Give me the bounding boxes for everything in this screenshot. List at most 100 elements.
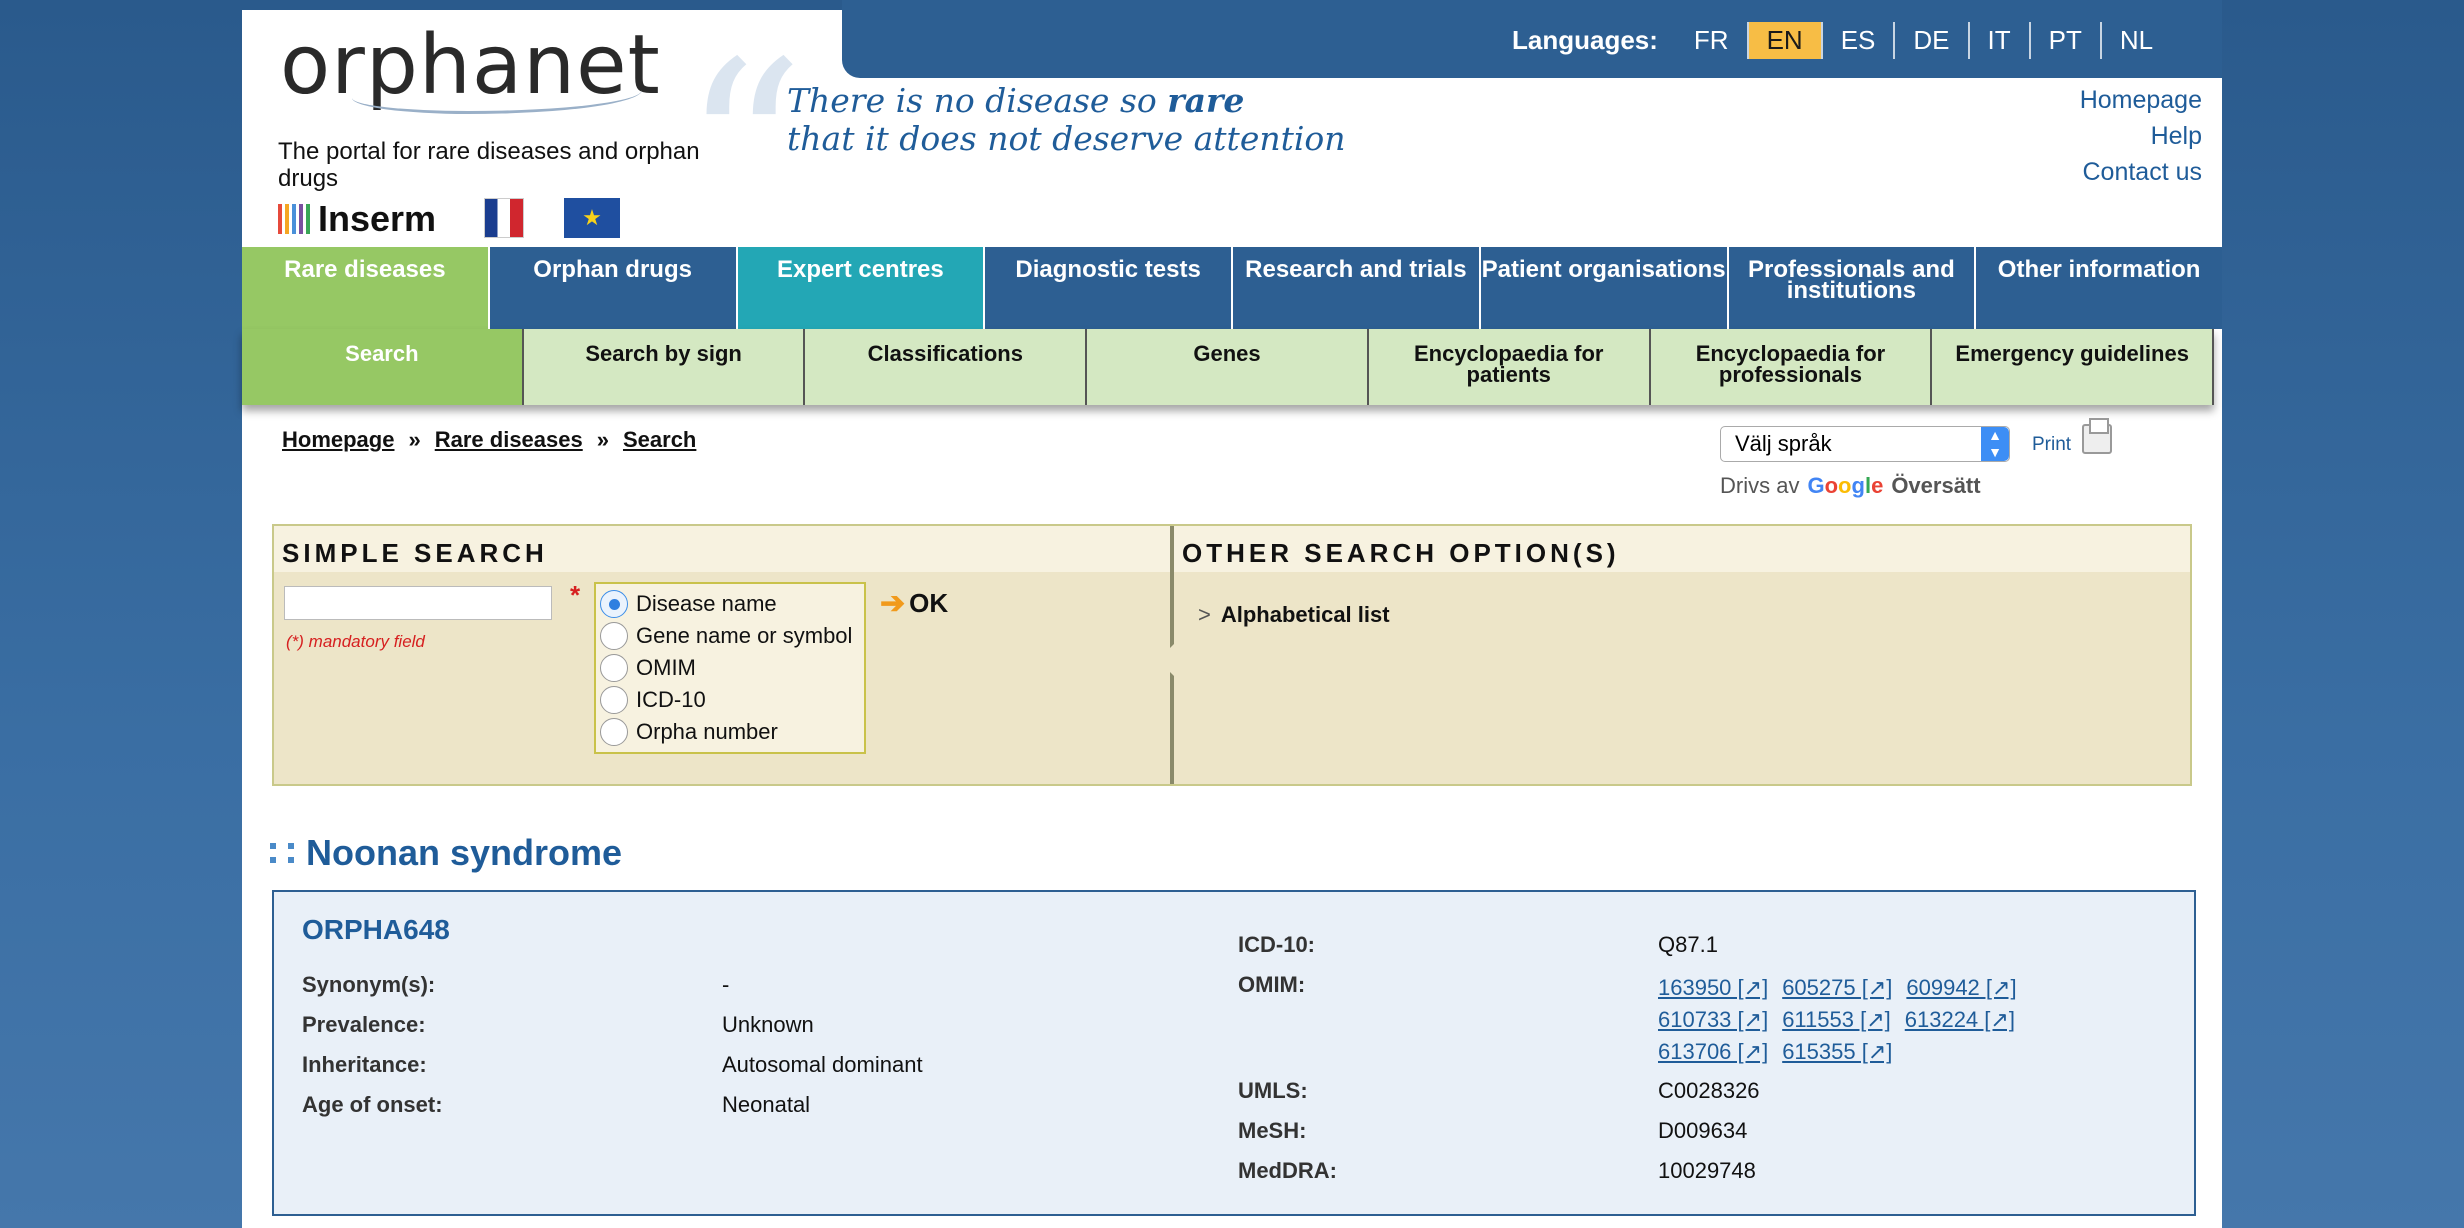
subnav-classifications[interactable]: Classifications (805, 329, 1088, 405)
translate-language-select[interactable]: Välj språk ▲ ▼ (1720, 426, 2010, 462)
search-input[interactable] (284, 586, 552, 620)
radio-icd10[interactable] (600, 686, 628, 714)
option-label: OMIM (636, 655, 696, 680)
nav-diagnostic-tests[interactable]: Diagnostic tests (985, 247, 1233, 329)
nav-expert-centres[interactable]: Expert centres (737, 247, 986, 329)
breadcrumb-homepage[interactable]: Homepage (282, 427, 394, 453)
inserm-logo[interactable]: Inserm (278, 198, 436, 240)
subnav-encyclopaedia-professionals[interactable]: Encyclopaedia for professionals (1651, 329, 1933, 405)
omim-link[interactable]: 609942 [↗] (1906, 975, 2016, 1000)
nav-patient-organisations[interactable]: Patient organisations (1480, 247, 1729, 329)
disease-heading: Noonan syndrome (270, 832, 622, 874)
option-disease-name[interactable]: Disease name (600, 588, 860, 620)
translate-link[interactable]: Översätt (1891, 473, 1980, 499)
option-icd10[interactable]: ICD-10 (600, 684, 860, 716)
subnav-search-by-sign[interactable]: Search by sign (524, 329, 806, 405)
alphabetical-list-link[interactable]: > Alphabetical list (1198, 602, 1390, 628)
omim-link[interactable]: 613706 [↗] (1658, 1039, 1768, 1064)
help-link[interactable]: Help (2080, 118, 2202, 154)
french-republic-logo[interactable] (484, 198, 524, 238)
field-label: Synonym(s): (302, 972, 436, 997)
eu-flag-icon[interactable]: ★ (564, 198, 620, 238)
omim-link[interactable]: 613224 [↗] (1905, 1007, 2015, 1032)
language-bar: Languages: FR EN ES DE IT PT NL (1512, 18, 2171, 62)
subnav-encyclopaedia-patients[interactable]: Encyclopaedia for patients (1369, 329, 1651, 405)
field-value: Neonatal (722, 1092, 811, 1117)
other-search-section: OTHER SEARCH OPTION(S) > Alphabetical li… (1158, 526, 2190, 784)
nav-rare-diseases[interactable]: Rare diseases (242, 247, 490, 329)
inserm-bars-icon (278, 204, 310, 234)
option-orpha-number[interactable]: Orpha number (600, 716, 860, 748)
other-search-title: OTHER SEARCH OPTION(S) (1174, 526, 2190, 572)
subnav-genes[interactable]: Genes (1087, 329, 1369, 405)
required-marker: * (570, 580, 581, 610)
slogan-line2: that it does not deserve attention (787, 119, 1346, 158)
nav-other-information[interactable]: Other information (1976, 247, 2222, 329)
breadcrumb-separator: » (408, 427, 421, 452)
lang-it[interactable]: IT (1970, 21, 2031, 59)
slogan: There is no disease so rare that it does… (787, 82, 1346, 158)
google-logo: Google (1807, 473, 1884, 498)
page-container: orphanet The portal for rare diseases an… (242, 0, 2222, 1228)
lang-de[interactable]: DE (1895, 21, 1970, 59)
nav-professionals-institutions[interactable]: Professionals and institutions (1728, 247, 1977, 329)
lang-en[interactable]: EN (1748, 21, 1823, 59)
option-label: Gene name or symbol (636, 623, 853, 648)
field-value: Unknown (722, 1012, 814, 1037)
search-type-options: Disease name Gene name or symbol OMIM IC… (594, 582, 866, 754)
print-link[interactable]: Print (2032, 434, 2071, 456)
sub-nav: Search Search by sign Classifications Ge… (242, 329, 2215, 405)
field-value: Q87.1 (1658, 932, 1718, 957)
panel-notch (1158, 644, 1174, 676)
omim-link[interactable]: 615355 [↗] (1782, 1039, 1892, 1064)
radio-orpha-number[interactable] (600, 718, 628, 746)
lang-es[interactable]: ES (1823, 21, 1896, 59)
field-label: OMIM: (1238, 972, 1306, 997)
translate-select-value: Välj språk (1735, 431, 1832, 456)
option-omim[interactable]: OMIM (600, 652, 860, 684)
slogan-line1: There is no disease so (787, 81, 1168, 120)
nav-research-trials[interactable]: Research and trials (1233, 247, 1481, 329)
subnav-search[interactable]: Search (242, 329, 524, 405)
alphabetical-list-label: Alphabetical list (1220, 602, 1390, 627)
ok-button[interactable]: ➔ OK (880, 586, 948, 621)
lang-pt[interactable]: PT (2031, 21, 2102, 59)
lang-fr[interactable]: FR (1676, 21, 1749, 59)
radio-omim[interactable] (600, 654, 628, 682)
subnav-emergency-guidelines[interactable]: Emergency guidelines (1932, 329, 2215, 405)
simple-search-section: SIMPLE SEARCH * (*) mandatory field Dise… (274, 526, 1170, 784)
omim-link[interactable]: 605275 [↗] (1782, 975, 1892, 1000)
omim-link[interactable]: 163950 [↗] (1658, 975, 1768, 1000)
option-gene-name[interactable]: Gene name or symbol (600, 620, 860, 652)
field-label: Age of onset: (302, 1092, 443, 1117)
ok-label: OK (909, 588, 949, 618)
homepage-link[interactable]: Homepage (2080, 82, 2202, 118)
breadcrumb-rare-diseases[interactable]: Rare diseases (435, 427, 583, 453)
radio-gene-name[interactable] (600, 622, 628, 650)
portal-tagline: The portal for rare diseases and orphan … (278, 138, 700, 192)
field-value: D009634 (1658, 1118, 1748, 1143)
omim-link[interactable]: 610733 [↗] (1658, 1007, 1768, 1032)
powered-by-label: Drivs av (1720, 473, 1800, 498)
radio-disease-name[interactable] (600, 590, 628, 618)
field-value: Autosomal dominant (722, 1052, 923, 1077)
arrow-right-icon: ➔ (880, 587, 906, 620)
option-label: Disease name (636, 591, 777, 616)
inserm-logo-text: Inserm (318, 198, 437, 239)
breadcrumb-search[interactable]: Search (623, 427, 696, 453)
languages-label: Languages: (1512, 24, 1658, 55)
omim-link[interactable]: 611553 [↗] (1782, 1007, 1891, 1032)
contact-link[interactable]: Contact us (2080, 154, 2202, 190)
field-label: UMLS: (1238, 1078, 1308, 1103)
breadcrumb: Homepage » Rare diseases » Search (282, 427, 696, 453)
simple-search-title: SIMPLE SEARCH (274, 526, 1170, 572)
printer-icon[interactable] (2082, 418, 2112, 454)
select-chevron-icon: ▲ ▼ (1981, 427, 2009, 461)
nav-orphan-drugs[interactable]: Orphan drugs (489, 247, 738, 329)
lang-nl[interactable]: NL (2102, 22, 2171, 59)
mandatory-note: (*) mandatory field (286, 632, 425, 651)
field-value: C0028326 (1658, 1078, 1760, 1103)
site-header: orphanet The portal for rare diseases an… (242, 0, 2222, 270)
field-label: Prevalence: (302, 1012, 426, 1037)
google-translate-credit: Drivs av Google Översätt (1720, 473, 1981, 499)
